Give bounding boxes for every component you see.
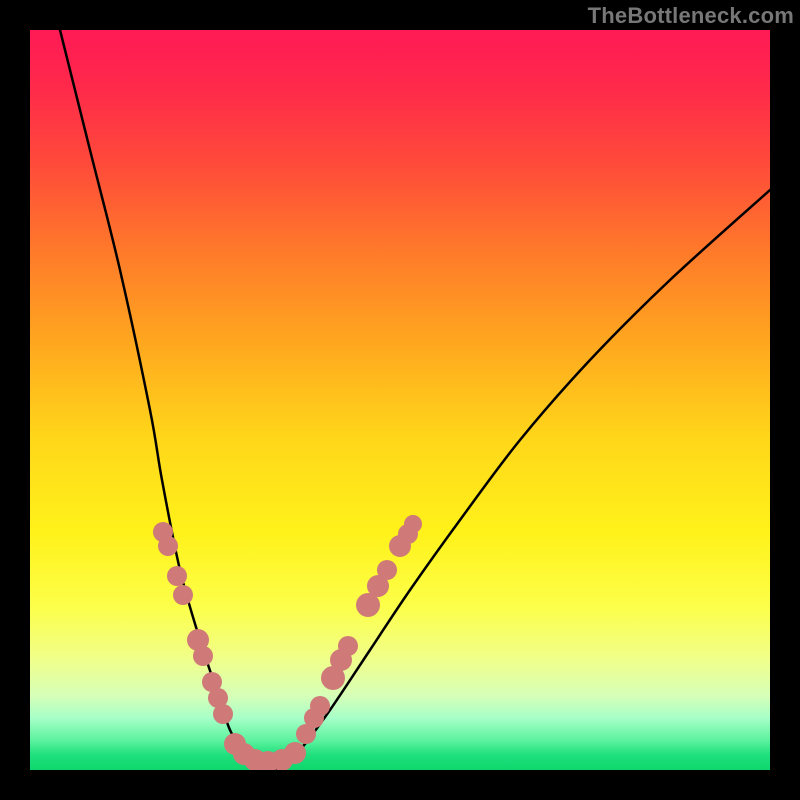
bottleneck-curve — [60, 30, 770, 770]
data-blob — [173, 585, 193, 605]
watermark-text: TheBottleneck.com — [588, 3, 794, 29]
data-blob — [404, 515, 422, 533]
data-blob — [377, 560, 397, 580]
data-blob — [338, 636, 358, 656]
data-blob — [310, 696, 330, 716]
data-blob — [284, 742, 306, 764]
plot-area — [30, 30, 770, 770]
data-blob — [193, 646, 213, 666]
chart-frame: TheBottleneck.com — [0, 0, 800, 800]
data-blob — [158, 536, 178, 556]
data-blob — [213, 704, 233, 724]
curve-layer — [30, 30, 770, 770]
data-blob — [167, 566, 187, 586]
